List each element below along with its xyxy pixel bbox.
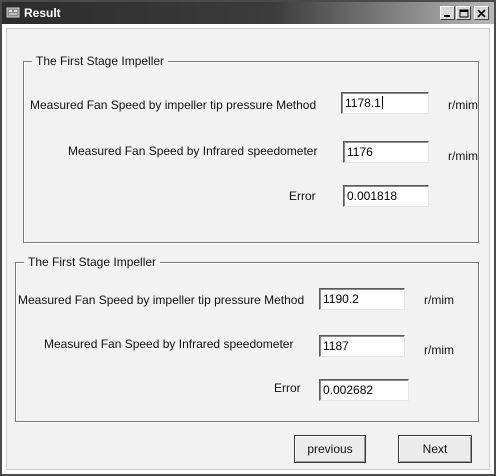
title-bar[interactable]: Result — [2, 2, 494, 24]
tip-unit-label: r/mim — [424, 293, 454, 307]
group-legend: The First Stage Impeller — [24, 255, 161, 269]
tip-unit-label: r/mim — [448, 98, 478, 112]
close-button[interactable] — [474, 6, 489, 20]
maximize-button[interactable] — [456, 6, 471, 20]
result-window: Result The First Stage Impeller Measured… — [0, 0, 496, 476]
error-label: Error — [274, 381, 301, 395]
infrared-speed-field[interactable]: 1187 — [319, 335, 405, 357]
group-legend: The First Stage Impeller — [32, 54, 169, 68]
window-title: Result — [24, 6, 61, 20]
infrared-unit-label: r/mim — [448, 149, 478, 163]
infrared-speed-field[interactable]: 1176 — [343, 141, 429, 163]
next-button[interactable]: Next — [398, 435, 472, 463]
text-caret — [381, 96, 383, 109]
minimize-button[interactable] — [440, 6, 455, 20]
error-field[interactable]: 0.001818 — [343, 185, 429, 207]
infrared-unit-label: r/mim — [424, 343, 454, 357]
infrared-label: Measured Fan Speed by Infrared speedomet… — [44, 337, 294, 351]
app-icon — [6, 6, 20, 19]
tip-pressure-label: Measured Fan Speed by impeller tip press… — [30, 98, 317, 112]
tip-pressure-speed-field[interactable]: 1190.2 — [319, 288, 405, 310]
tip-pressure-speed-field[interactable]: 1178.1 — [341, 92, 429, 114]
previous-button[interactable]: previous — [294, 435, 366, 463]
first-stage-group-1: The First Stage Impeller Measured Fan Sp… — [23, 54, 479, 243]
first-stage-group-2: The First Stage Impeller Measured Fan Sp… — [15, 255, 479, 422]
infrared-label: Measured Fan Speed by Infrared speedomet… — [68, 144, 318, 158]
error-field[interactable]: 0.002682 — [319, 379, 409, 401]
client-area: The First Stage Impeller Measured Fan Sp… — [6, 28, 490, 470]
error-label: Error — [289, 189, 316, 203]
tip-pressure-label: Measured Fan Speed by impeller tip press… — [18, 293, 305, 307]
